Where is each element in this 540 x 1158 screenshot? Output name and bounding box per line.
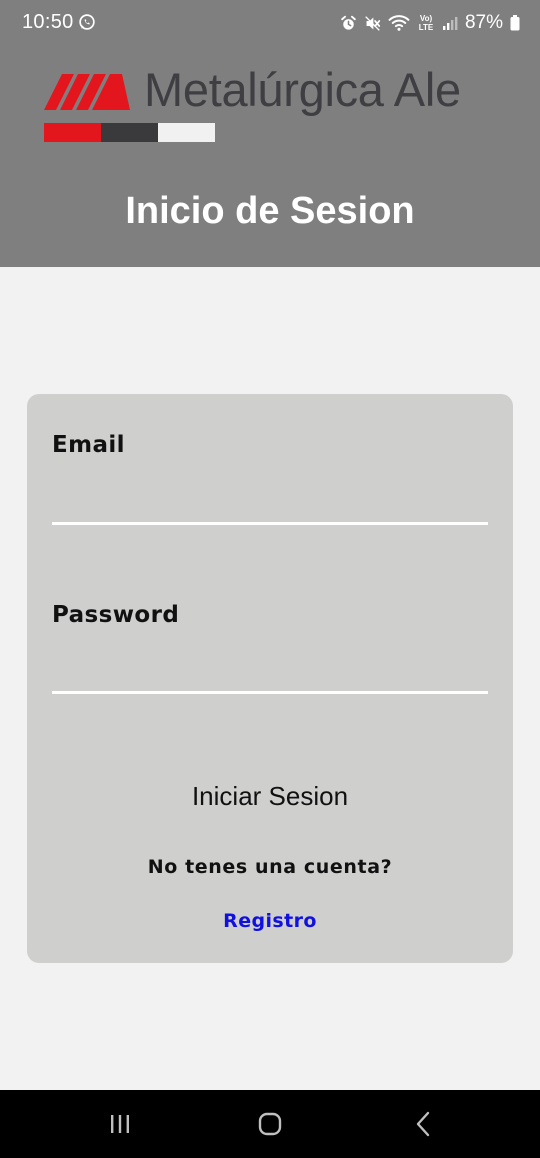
volte-bottom-text: LTE [419, 23, 434, 32]
page-title: Inicio de Sesion [125, 190, 415, 232]
battery-icon [510, 15, 520, 31]
app-header: 10:50 Vo) LTE 87% Metalúrgica Ale Inicio… [0, 0, 540, 267]
no-account-text: No tenes una cuenta? [147, 856, 393, 878]
logo-bar-white [158, 123, 215, 142]
logo-color-bars [44, 123, 216, 142]
metalurgica-logo: Metalúrgica Ale [44, 63, 504, 146]
alarm-icon [341, 15, 356, 30]
login-button[interactable]: Iniciar Sesion [27, 774, 513, 818]
logo-text: Metalúrgica Ale [144, 63, 461, 116]
battery-percent: 87% [464, 12, 503, 33]
signal-icon [442, 17, 458, 30]
back-icon [416, 1111, 430, 1137]
volte-icon: Vo) LTE [419, 14, 434, 32]
recents-button[interactable] [80, 1090, 160, 1158]
logo-mark-icon [44, 74, 130, 110]
wifi-icon [388, 15, 410, 31]
logo-bar-dark [101, 123, 158, 142]
status-icons: Vo) LTE 87% [340, 11, 520, 35]
login-card: Email Password Iniciar Sesion No tenes u… [27, 394, 513, 963]
navigation-bar [0, 1090, 540, 1158]
back-button[interactable] [383, 1090, 463, 1158]
home-icon [258, 1112, 282, 1136]
mute-icon [365, 15, 381, 31]
whatsapp-icon [79, 14, 95, 30]
status-bar: 10:50 Vo) LTE 87% [0, 0, 540, 46]
register-link[interactable]: Registro [27, 910, 513, 932]
email-field[interactable] [52, 482, 488, 525]
home-button[interactable] [230, 1090, 310, 1158]
logo-bar-red [44, 123, 101, 142]
password-label: Password [52, 602, 180, 628]
email-label: Email [52, 432, 125, 458]
password-field[interactable] [52, 651, 488, 694]
volte-top-text: Vo) [420, 14, 433, 23]
status-time: 10:50 [22, 11, 74, 33]
recents-icon [111, 1115, 129, 1133]
